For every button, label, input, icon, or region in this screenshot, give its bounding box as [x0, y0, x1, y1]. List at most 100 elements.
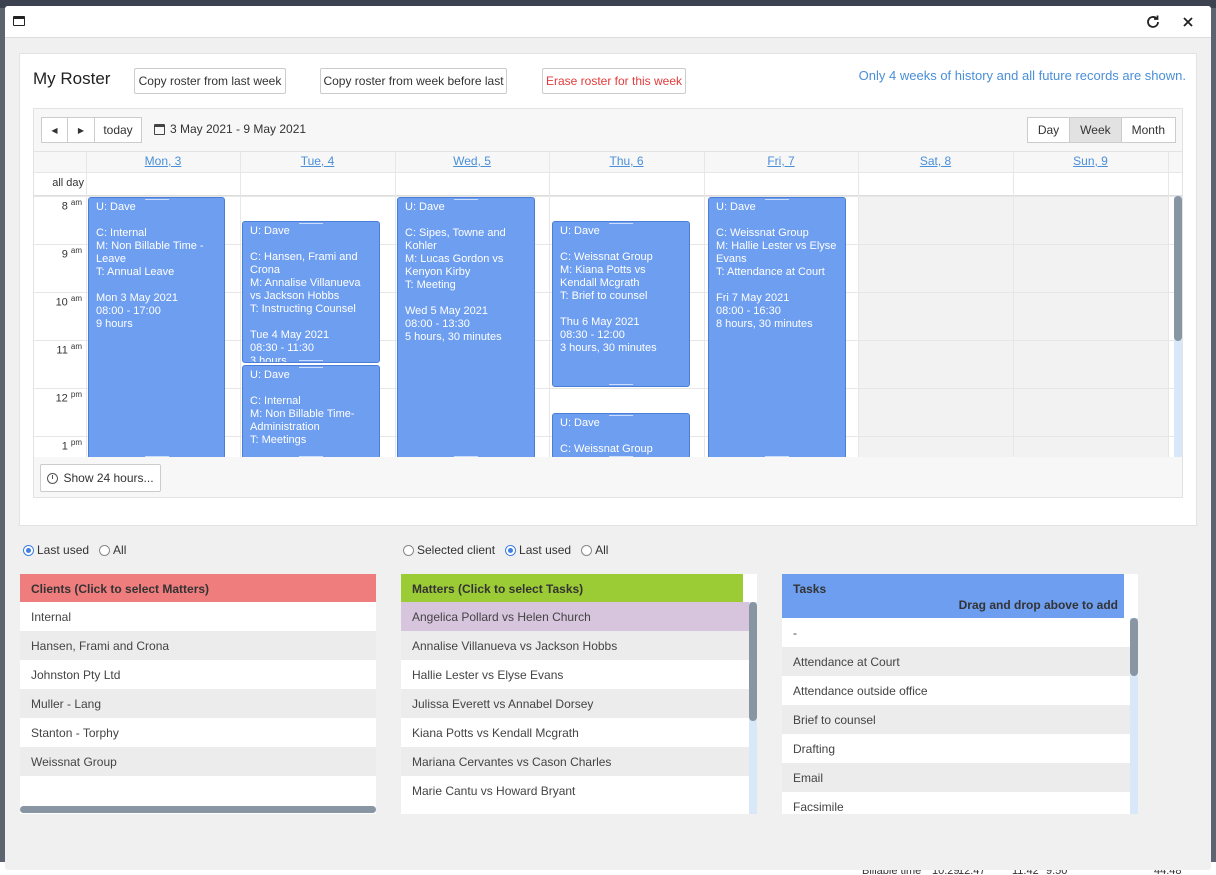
event-resize-handle[interactable] — [144, 199, 169, 200]
roster-event[interactable]: U: Dave C: Internal M: Non Billable Time … — [88, 197, 225, 457]
task-item[interactable]: - — [782, 618, 1138, 647]
matter-item[interactable]: Marie Cantu vs Howard Bryant — [401, 776, 757, 805]
event-line: 08:00 - 13:30 — [405, 318, 470, 330]
event-line: U: Dave — [716, 201, 756, 213]
event-resize-handle[interactable] — [299, 456, 323, 457]
client-item[interactable]: Muller - Lang — [20, 689, 376, 718]
client-item[interactable]: Internal — [20, 602, 376, 631]
event-resize-handle[interactable] — [609, 415, 633, 416]
matter-item[interactable]: Julissa Everett vs Annabel Dorsey — [401, 689, 757, 718]
task-item[interactable]: Attendance at Court — [782, 647, 1138, 676]
matters-filter-last-used[interactable]: Last used — [505, 543, 571, 557]
matter-item[interactable]: Angelica Pollard vs Helen Church — [401, 602, 757, 631]
event-line: Mon 3 May 2021 — [96, 292, 178, 304]
day-header-sat[interactable]: Sat, 8 — [858, 154, 1013, 168]
matter-item[interactable]: Mariana Cervantes vs Cason Charles — [401, 747, 757, 776]
matter-item[interactable]: Hallie Lester vs Elyse Evans — [401, 660, 757, 689]
event-line — [560, 303, 682, 316]
day-header-mon[interactable]: Mon, 3 — [86, 154, 240, 168]
copy-week-before-last-button[interactable]: Copy roster from week before last — [320, 68, 507, 94]
event-resize-handle[interactable] — [454, 456, 478, 457]
day-header-wed[interactable]: Wed, 5 — [395, 154, 549, 168]
event-line — [250, 238, 372, 251]
task-item[interactable]: Drafting — [782, 734, 1138, 763]
matters-filter-selected-client[interactable]: Selected client — [403, 543, 495, 557]
event-resize-handle[interactable] — [454, 199, 478, 200]
event-line: T: Brief to counsel — [560, 290, 648, 302]
view-month-button[interactable]: Month — [1121, 117, 1176, 143]
matter-item[interactable]: Annalise Villanueva vs Jackson Hobbs — [401, 631, 757, 660]
day-header-sun[interactable]: Sun, 9 — [1013, 154, 1168, 168]
roster-event[interactable]: U: Dave C: Weissnat Group M: Kiana Potts … — [552, 221, 690, 387]
event-line: M: Kiana Potts vs Kendall Mcgrath — [560, 264, 646, 289]
roster-event[interactable]: U: Dave C: Sipes, Towne and Kohler M: Luc… — [397, 197, 535, 457]
event-line: 5 hours, 30 minutes — [405, 331, 502, 343]
tasks-scrollbar-thumb[interactable] — [1130, 618, 1138, 676]
view-switcher: Day Week Month — [1026, 117, 1176, 143]
show-24-hours-button[interactable]: Show 24 hours... — [40, 464, 161, 492]
event-resize-handle[interactable] — [609, 384, 633, 385]
clients-horizontal-scrollbar[interactable] — [20, 806, 376, 813]
all-day-row[interactable]: all day — [34, 172, 1182, 196]
copy-last-week-button[interactable]: Copy roster from last week — [134, 68, 286, 94]
matter-item[interactable]: Kiana Potts vs Kendall Mcgrath — [401, 718, 757, 747]
event-line: U: Dave — [405, 201, 445, 213]
column-divider — [86, 152, 87, 457]
view-day-button[interactable]: Day — [1026, 117, 1071, 143]
close-icon[interactable] — [1178, 12, 1198, 32]
erase-roster-button[interactable]: Erase roster for this week — [542, 68, 686, 94]
event-resize-handle[interactable] — [299, 367, 323, 368]
prev-week-button[interactable]: ◀ — [41, 117, 68, 143]
client-item[interactable]: Stanton - Torphy — [20, 718, 376, 747]
refresh-icon[interactable] — [1143, 12, 1163, 32]
clock-icon — [47, 472, 59, 484]
roster-event[interactable]: U: Dave C: Hansen, Frami and Crona M: Ann… — [242, 221, 380, 363]
event-resize-handle[interactable] — [144, 456, 169, 457]
event-line: 08:00 - 16:30 — [716, 305, 781, 317]
next-week-button[interactable]: ▶ — [68, 117, 95, 143]
tasks-header-title: Tasks — [793, 582, 827, 596]
matters-scrollbar-thumb[interactable] — [749, 602, 757, 721]
radio-button[interactable] — [403, 544, 414, 556]
event-resize-handle[interactable] — [765, 456, 789, 457]
clients-panel: Clients (Click to select Matters) Intern… — [20, 574, 376, 814]
client-item[interactable]: Weissnat Group — [20, 747, 376, 776]
today-button[interactable]: today — [95, 117, 142, 143]
column-divider — [1013, 152, 1014, 457]
radio-button[interactable] — [23, 544, 34, 556]
event-resize-handle[interactable] — [609, 456, 633, 457]
event-resize-handle[interactable] — [299, 223, 323, 224]
clients-filter-last-used[interactable]: Last used — [23, 543, 89, 557]
calendar-scrollbar-thumb[interactable] — [1174, 196, 1182, 341]
client-item[interactable]: Johnston Pty Ltd — [20, 660, 376, 689]
radio-button[interactable] — [505, 544, 517, 556]
roster-event[interactable]: U: Dave C: Internal M: Non Billable Time-… — [242, 365, 380, 457]
event-line: Thu 6 May 2021 — [560, 316, 640, 328]
column-divider — [858, 152, 859, 457]
client-item[interactable]: Hansen, Frami and Crona — [20, 631, 376, 660]
clients-filter-all[interactable]: All — [99, 543, 126, 557]
event-line — [96, 214, 217, 227]
time-label-11am: 11 am — [56, 342, 82, 357]
event-resize-handle[interactable] — [765, 199, 789, 200]
task-item[interactable]: Attendance outside office — [782, 676, 1138, 705]
matters-filter-all[interactable]: All — [581, 543, 608, 557]
time-label-1pm: 1 pm — [61, 438, 82, 453]
roster-event[interactable]: U: Dave C: Weissnat Group — [552, 413, 690, 457]
radio-button[interactable] — [99, 544, 111, 556]
view-week-button[interactable]: Week — [1070, 117, 1122, 143]
time-label-12pm: 12 pm — [55, 390, 82, 405]
task-item[interactable]: Facsimile — [782, 792, 1138, 814]
day-header-thu[interactable]: Thu, 6 — [549, 154, 704, 168]
roster-event[interactable]: U: Dave C: Weissnat Group M: Hallie Leste… — [708, 197, 846, 457]
radio-button[interactable] — [581, 544, 593, 556]
event-resize-handle[interactable] — [299, 360, 323, 361]
event-resize-handle[interactable] — [609, 223, 633, 224]
time-label-8am: 8 am — [61, 198, 82, 213]
event-line: U: Dave — [250, 225, 290, 237]
day-header-fri[interactable]: Fri, 7 — [704, 154, 858, 168]
task-item[interactable]: Email — [782, 763, 1138, 792]
date-range[interactable]: 3 May 2021 - 9 May 2021 — [154, 122, 306, 136]
day-header-tue[interactable]: Tue, 4 — [240, 154, 395, 168]
task-item[interactable]: Brief to counsel — [782, 705, 1138, 734]
